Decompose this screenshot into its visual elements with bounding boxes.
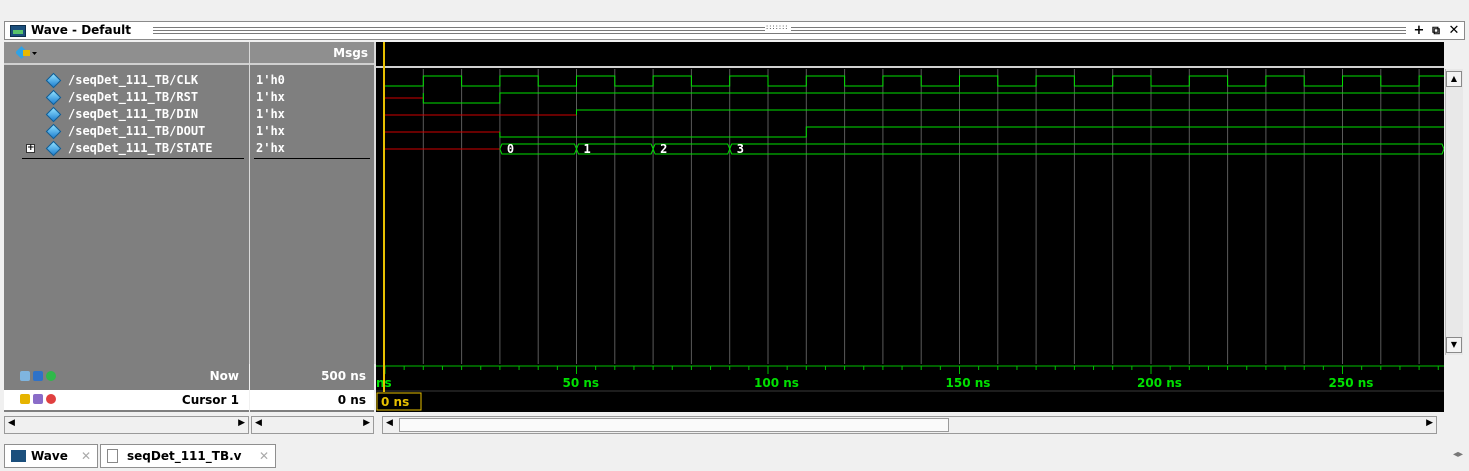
cursor-label: Cursor 1 xyxy=(181,393,239,407)
signal-row[interactable]: /seqDet_111_TB/DOUT xyxy=(4,123,249,140)
signal-names-pane: /seqDet_111_TB/CLK/seqDet_111_TB/RST/seq… xyxy=(4,42,249,364)
timeline-label: 50 ns xyxy=(563,376,600,390)
now-row: Now xyxy=(4,366,249,388)
close-icon[interactable]: ✕ xyxy=(1446,23,1462,38)
signal-value: 2'hx xyxy=(256,141,285,155)
undock-icon[interactable]: ⧉ xyxy=(1428,23,1444,38)
clk-waveform xyxy=(385,75,1444,87)
window-titlebar[interactable]: Wave - Default ::::::: + ⧉ ✕ xyxy=(4,21,1465,40)
signal-name[interactable]: /seqDet_111_TB/CLK xyxy=(68,72,198,89)
signal-diamond-icon xyxy=(45,89,62,106)
tab-label: seqDet_111_TB.v xyxy=(127,449,242,463)
signal-name[interactable]: /seqDet_111_TB/DIN xyxy=(68,106,198,123)
scroll-left-icon[interactable]: ◀ xyxy=(386,418,393,428)
names-hscrollbar[interactable]: ◀ ▶ xyxy=(4,416,249,434)
cursor-value: 0 ns xyxy=(337,393,366,407)
cursor-value-row: 0 ns xyxy=(250,390,374,410)
window-title: Wave - Default xyxy=(31,23,132,37)
waveform-canvas[interactable]: 0 1 2 3 xyxy=(376,42,1444,364)
scroll-up-icon[interactable]: ▲ xyxy=(1446,71,1462,87)
scroll-right-icon[interactable]: ▶ xyxy=(363,418,370,428)
signal-row[interactable]: /seqDet_111_TB/DIN xyxy=(4,106,249,123)
row-separator xyxy=(254,158,370,159)
wave-hscrollbar[interactable]: ◀ ▶ xyxy=(382,416,1437,434)
signal-values-pane: Msgs 1'h0 1'hx 1'hx 1'hx 2'hx xyxy=(250,42,374,364)
wave-window-icon xyxy=(10,25,26,37)
now-value: 500 ns xyxy=(321,369,366,383)
msgs-header: Msgs xyxy=(333,46,368,60)
signal-row[interactable]: /seqDet_111_TB/CLK xyxy=(4,72,249,89)
timeline-label: 150 ns xyxy=(946,376,991,390)
dout-waveform xyxy=(499,126,1444,138)
close-icon[interactable]: ✕ xyxy=(259,445,269,467)
signal-value: 1'h0 xyxy=(256,73,285,87)
row-separator xyxy=(22,158,244,159)
signal-value: 1'hx xyxy=(256,124,285,138)
scroll-right-icon[interactable]: ▶ xyxy=(1426,418,1433,428)
edit-cursor-icon[interactable] xyxy=(33,394,43,404)
wave-window: Wave - Default ::::::: + ⧉ ✕ /seqDet_111… xyxy=(0,0,1469,471)
wave-window-icon xyxy=(11,450,26,462)
wave-header-band xyxy=(376,42,1444,67)
values-header: Msgs xyxy=(250,42,374,65)
tab-bar: Wave ✕ seqDet_111_TB.v ✕ ◂▸ xyxy=(0,441,1469,471)
signal-name[interactable]: /seqDet_111_TB/STATE xyxy=(68,140,213,157)
now-label: Now xyxy=(209,369,239,383)
signal-value: 1'hx xyxy=(256,90,285,104)
din-waveform xyxy=(576,109,1444,115)
signal-diamond-icon xyxy=(45,123,62,140)
timeline-label: 100 ns xyxy=(754,376,799,390)
timeline-canvas[interactable]: ns50 ns100 ns150 ns200 ns250 ns0 ns xyxy=(376,364,1444,412)
state-bus-bottom xyxy=(729,148,1444,155)
timeline-area[interactable]: ns50 ns100 ns150 ns200 ns250 ns0 ns xyxy=(376,364,1444,412)
signal-diamond-icon xyxy=(45,140,62,157)
scroll-right-icon[interactable]: ▶ xyxy=(238,418,245,428)
tab-label: Wave xyxy=(31,449,68,463)
cursor-names-pane: Now Cursor 1 xyxy=(4,364,249,412)
state-bus-value: 1 xyxy=(584,142,591,156)
state-bus-top xyxy=(729,143,1444,150)
cursor-values-pane: 500 ns 0 ns xyxy=(250,364,374,412)
wave-hscroll-thumb[interactable] xyxy=(399,418,949,432)
cursor-marker-label: 0 ns xyxy=(381,395,409,409)
delete-cursor-icon[interactable] xyxy=(46,394,56,404)
state-bus-value: 3 xyxy=(737,142,744,156)
cursor-row[interactable]: Cursor 1 xyxy=(4,390,249,410)
vertical-scrollbar[interactable]: ▲ ▼ xyxy=(1445,69,1463,355)
state-bus-value: 0 xyxy=(507,142,514,156)
state-bus-value: 2 xyxy=(660,142,667,156)
scroll-left-icon[interactable]: ◀ xyxy=(8,418,15,428)
add-signal-icon[interactable] xyxy=(16,46,38,60)
expand-icon[interactable]: + xyxy=(26,144,35,153)
cursor-zoom-icon[interactable] xyxy=(20,371,30,381)
waveform-area[interactable]: 0 1 2 3 xyxy=(376,42,1444,364)
values-hscrollbar[interactable]: ◀ ▶ xyxy=(251,416,374,434)
add-cursor-icon[interactable] xyxy=(33,371,43,381)
signal-diamond-icon xyxy=(45,72,62,89)
signal-diamond-icon xyxy=(45,106,62,123)
insert-cursor-icon[interactable] xyxy=(46,371,56,381)
now-value-row: 500 ns xyxy=(250,366,374,388)
signal-name[interactable]: /seqDet_111_TB/DOUT xyxy=(68,123,205,140)
signal-row[interactable]: /seqDet_111_TB/RST xyxy=(4,89,249,106)
titlebar-drag-handle[interactable]: ::::::: xyxy=(765,23,791,32)
names-header xyxy=(4,42,249,65)
file-icon xyxy=(107,449,118,463)
tab-scroll-icon[interactable]: ◂▸ xyxy=(1453,449,1463,460)
close-icon[interactable]: ✕ xyxy=(81,445,91,467)
scroll-down-icon[interactable]: ▼ xyxy=(1446,337,1462,353)
tab-wave[interactable]: Wave ✕ xyxy=(4,444,98,468)
lock-icon[interactable] xyxy=(20,394,30,404)
signal-row[interactable]: + /seqDet_111_TB/STATE xyxy=(4,140,249,157)
add-pane-icon[interactable]: + xyxy=(1411,23,1427,38)
signal-value: 1'hx xyxy=(256,107,285,121)
tab-source-file[interactable]: seqDet_111_TB.v ✕ xyxy=(100,444,276,468)
signal-name[interactable]: /seqDet_111_TB/RST xyxy=(68,89,198,106)
timeline-label: 250 ns xyxy=(1329,376,1374,390)
scroll-left-icon[interactable]: ◀ xyxy=(255,418,262,428)
timeline-label: 200 ns xyxy=(1137,376,1182,390)
